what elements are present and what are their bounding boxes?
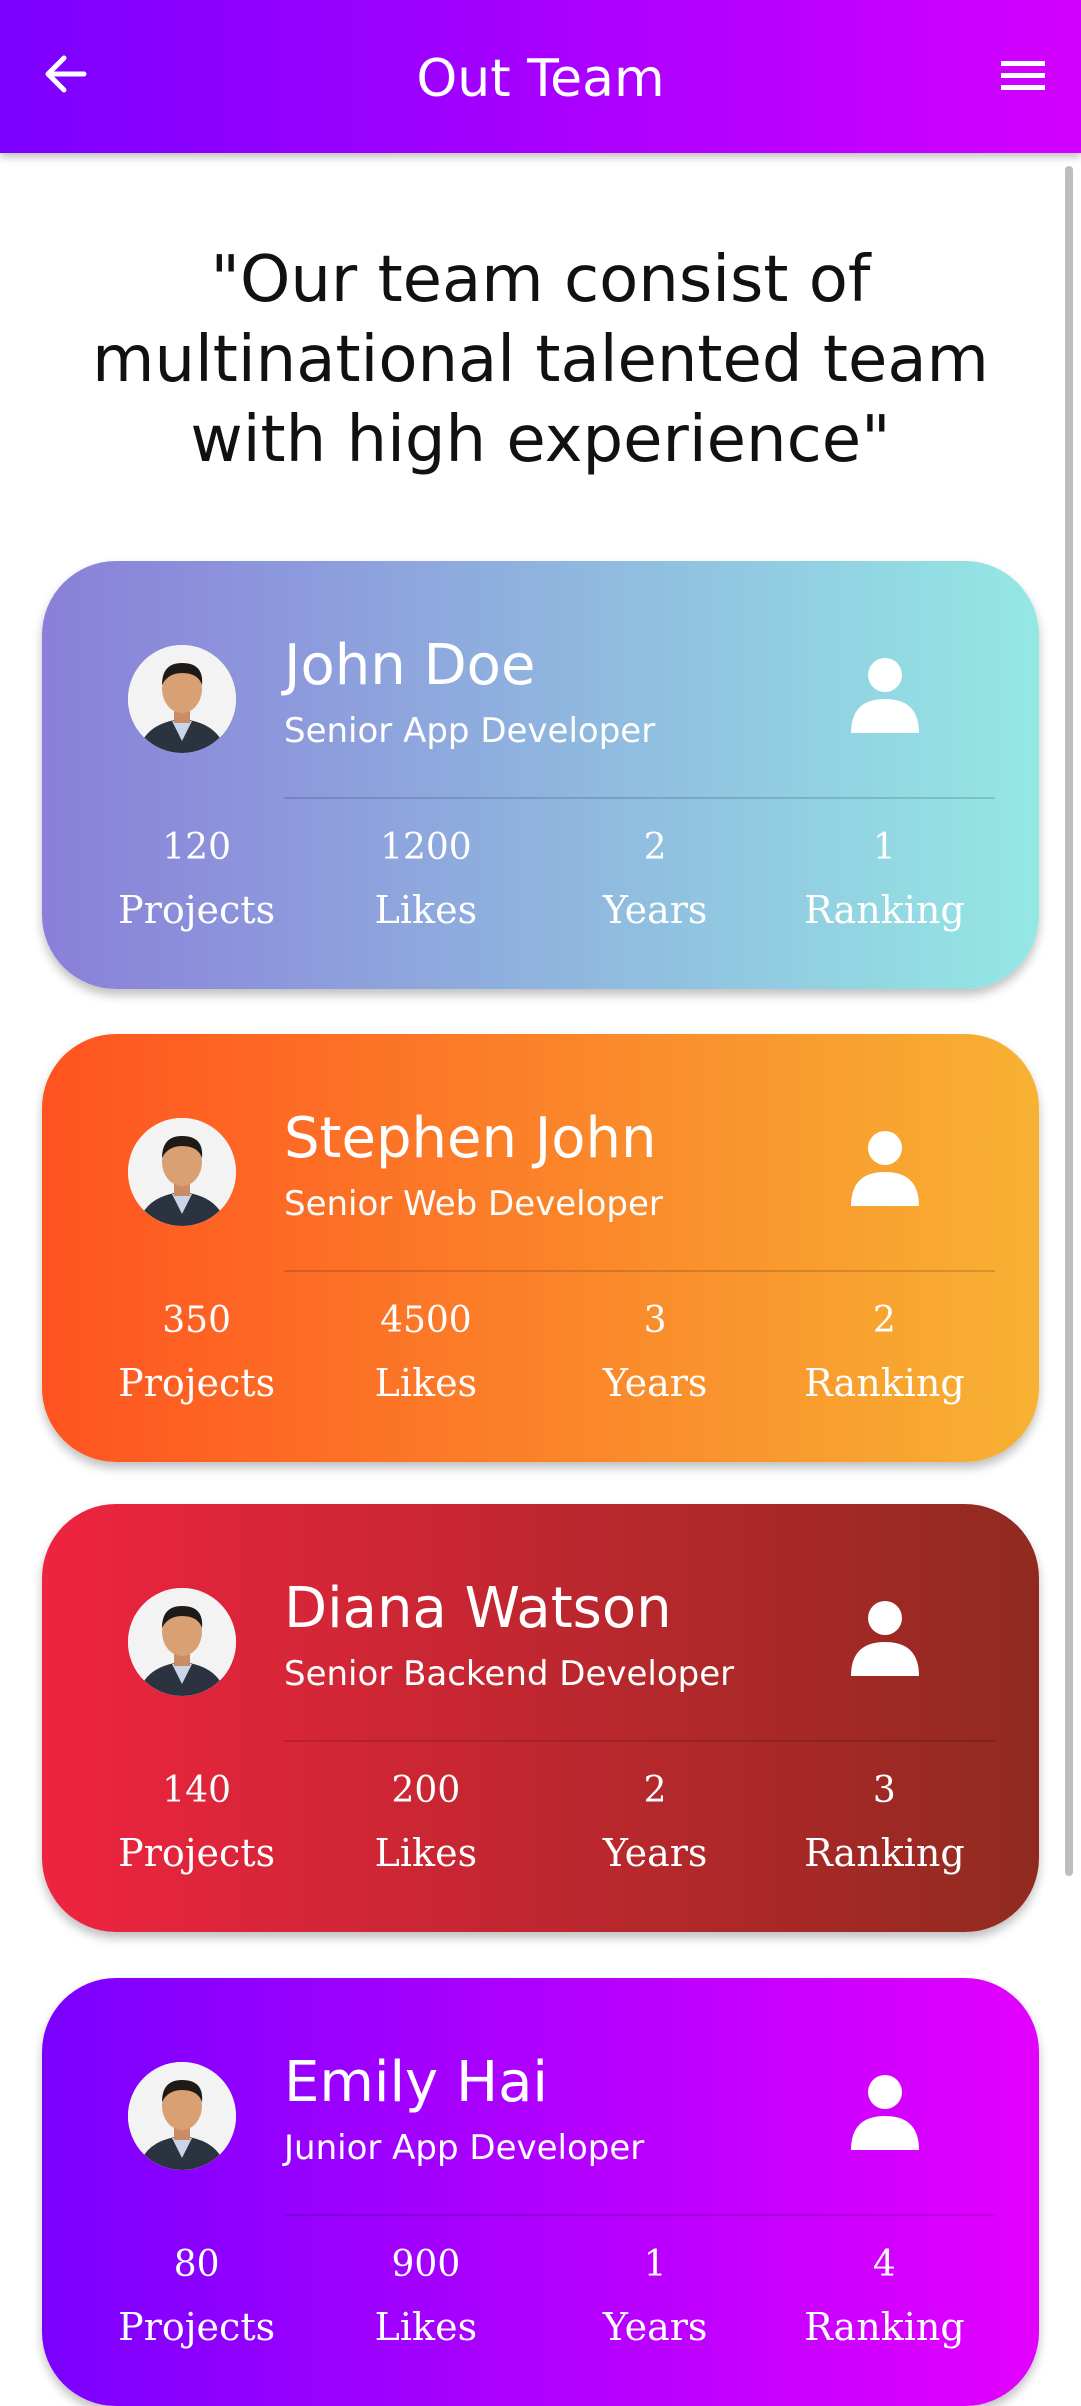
member-stats: 140 Projects 200 Likes 2 Years 3 Ranking <box>82 1766 999 1890</box>
member-name: John Doe <box>284 633 536 698</box>
stat-value: 3 <box>643 1300 667 1341</box>
stat-value: 2 <box>643 827 667 868</box>
team-member-card-john-doe[interactable]: John Doe Senior App Developer 120 Projec… <box>42 561 1039 989</box>
team-member-card-stephen-john[interactable]: Stephen John Senior Web Developer 350 Pr… <box>42 1034 1039 1462</box>
stat-value: 2 <box>872 1300 896 1341</box>
stat-value: 2 <box>643 1770 667 1811</box>
person-icon <box>851 2075 919 2150</box>
divider <box>284 1270 995 1272</box>
member-stats: 350 Projects 4500 Likes 3 Years 2 Rankin… <box>82 1296 999 1420</box>
stat-projects: 80 Projects <box>82 2240 311 2364</box>
stat-value: 4500 <box>380 1300 472 1341</box>
stat-label: Likes <box>374 2305 478 2349</box>
stat-value: 1 <box>872 827 896 868</box>
stat-years: 2 Years <box>541 823 770 947</box>
stat-years: 2 Years <box>541 1766 770 1890</box>
stat-projects: 140 Projects <box>82 1766 311 1890</box>
stat-value: 1 <box>643 2244 667 2285</box>
stat-ranking: 1 Ranking <box>770 823 999 947</box>
stat-label: Ranking <box>804 2305 965 2349</box>
divider <box>284 1740 995 1742</box>
divider <box>284 797 995 799</box>
stat-value: 140 <box>162 1770 231 1811</box>
arrow-left-icon <box>45 55 87 93</box>
stat-likes: 900 Likes <box>311 2240 540 2364</box>
stat-label: Years <box>602 888 708 932</box>
back-button[interactable] <box>36 44 96 104</box>
stat-label: Years <box>602 2305 708 2349</box>
stat-label: Projects <box>118 1831 276 1875</box>
stat-label: Projects <box>118 1361 276 1405</box>
person-icon <box>851 1601 919 1676</box>
stat-value: 3 <box>872 1770 896 1811</box>
menu-button[interactable] <box>993 46 1053 106</box>
stat-likes: 4500 Likes <box>311 1296 540 1420</box>
scrollbar[interactable] <box>1065 166 1073 1876</box>
member-role: Senior Backend Developer <box>284 1654 735 1694</box>
avatar <box>128 645 236 753</box>
team-member-card-emily-hai[interactable]: Emily Hai Junior App Developer 80 Projec… <box>42 1978 1039 2406</box>
team-member-card-diana-watson[interactable]: Diana Watson Senior Backend Developer 14… <box>42 1504 1039 1932</box>
page-title: Out Team <box>416 49 665 109</box>
stat-label: Years <box>602 1361 708 1405</box>
person-icon <box>851 1131 919 1206</box>
stat-label: Likes <box>374 888 478 932</box>
member-stats: 80 Projects 900 Likes 1 Years 4 Ranking <box>82 2240 999 2364</box>
stat-value: 1200 <box>380 827 472 868</box>
stat-value: 4 <box>872 2244 896 2285</box>
person-icon <box>851 658 919 733</box>
member-stats: 120 Projects 1200 Likes 2 Years 1 Rankin… <box>82 823 999 947</box>
stat-ranking: 2 Ranking <box>770 1296 999 1420</box>
app-bar: Out Team <box>0 0 1081 153</box>
stat-projects: 350 Projects <box>82 1296 311 1420</box>
member-name: Stephen John <box>284 1106 657 1171</box>
stat-value: 350 <box>162 1300 231 1341</box>
stat-label: Ranking <box>804 1831 965 1875</box>
stat-label: Projects <box>118 888 276 932</box>
stat-value: 200 <box>391 1770 461 1811</box>
member-role: Junior App Developer <box>284 2128 645 2168</box>
member-role: Senior Web Developer <box>284 1184 663 1224</box>
avatar <box>128 1118 236 1226</box>
stat-label: Projects <box>118 2305 276 2349</box>
team-intro-quote: "Our team consist of multinational talen… <box>92 243 989 477</box>
stat-label: Ranking <box>804 888 965 932</box>
member-name: Emily Hai <box>284 2050 548 2115</box>
avatar <box>128 2062 236 2170</box>
stat-label: Ranking <box>804 1361 965 1405</box>
hamburger-menu-icon <box>1001 61 1045 90</box>
divider <box>284 2214 995 2216</box>
stat-likes: 1200 Likes <box>311 823 540 947</box>
member-name: Diana Watson <box>284 1576 672 1641</box>
stat-value: 120 <box>162 827 231 868</box>
stat-value: 80 <box>173 2244 220 2285</box>
avatar <box>128 1588 236 1696</box>
stat-label: Likes <box>374 1361 478 1405</box>
stat-ranking: 3 Ranking <box>770 1766 999 1890</box>
stat-label: Years <box>602 1831 708 1875</box>
stat-projects: 120 Projects <box>82 823 311 947</box>
stat-label: Likes <box>374 1831 478 1875</box>
member-role: Senior App Developer <box>284 711 656 751</box>
stat-years: 1 Years <box>541 2240 770 2364</box>
stat-ranking: 4 Ranking <box>770 2240 999 2364</box>
stat-value: 900 <box>391 2244 461 2285</box>
stat-years: 3 Years <box>541 1296 770 1420</box>
stat-likes: 200 Likes <box>311 1766 540 1890</box>
